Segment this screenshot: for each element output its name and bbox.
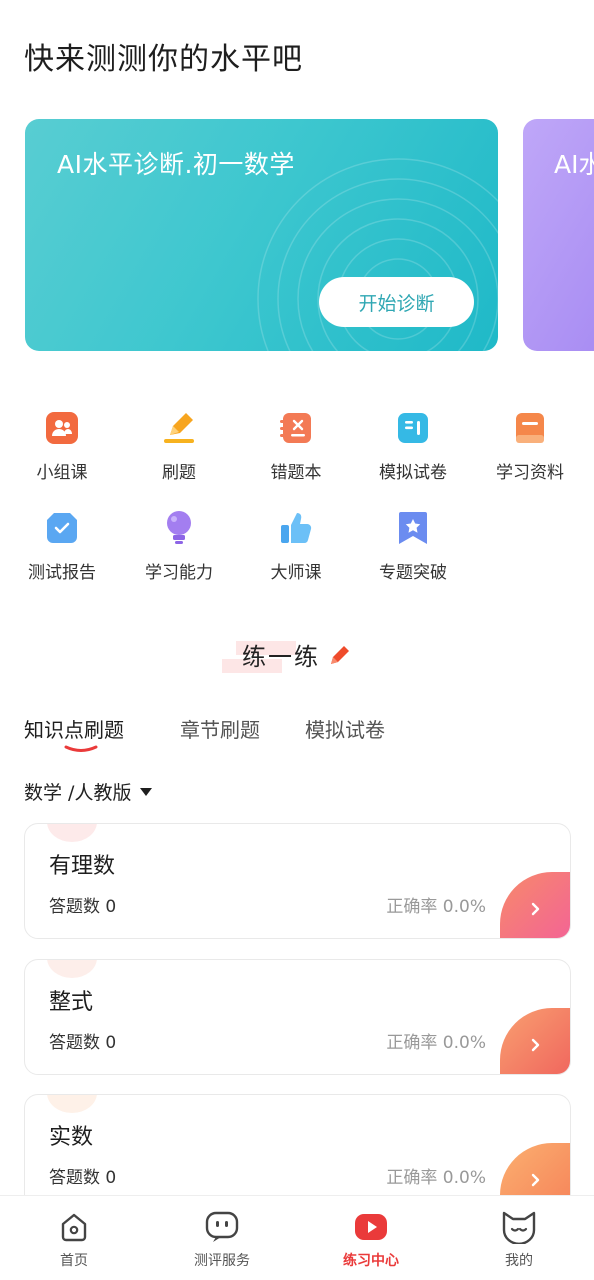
card-arrow-button[interactable] xyxy=(500,1008,570,1074)
group-class-icon xyxy=(44,410,80,446)
active-tab-indicator xyxy=(64,745,98,752)
grid-label: 小组课 xyxy=(36,463,88,483)
pencil-edit-icon xyxy=(331,645,349,664)
grid-label: 刷题 xyxy=(162,463,196,483)
nav-assessment[interactable]: 测评服务 xyxy=(162,1210,282,1270)
grid-label: 错题本 xyxy=(270,463,322,483)
bottom-nav: 首页 测评服务 练习中心 我的 xyxy=(0,1195,594,1280)
card-decoration xyxy=(47,1095,97,1113)
report-icon xyxy=(44,510,80,546)
tab-chapters[interactable]: 章节刷题 xyxy=(180,714,260,743)
nav-mine[interactable]: 我的 xyxy=(459,1210,579,1270)
card-title: 实数 xyxy=(49,1125,94,1150)
bookmark-star-icon xyxy=(395,510,431,546)
diagnosis-banner[interactable]: AI水平诊断.初一数学 开始诊断 xyxy=(25,119,498,351)
play-icon xyxy=(355,1214,387,1240)
accuracy-rate: 正确率 0.0% xyxy=(386,897,486,917)
card-decoration xyxy=(47,960,97,978)
grid-label: 学习资料 xyxy=(496,463,564,483)
nav-label: 练习中心 xyxy=(343,1253,399,1269)
caret-down-icon xyxy=(140,787,153,796)
banner-title: AI水平诊断.初一数学 xyxy=(57,150,295,179)
nav-label: 测评服务 xyxy=(194,1253,250,1269)
home-icon xyxy=(61,1213,87,1242)
nav-practice-center[interactable]: 练习中心 xyxy=(311,1210,431,1270)
practice-section-heading: 练一练 xyxy=(0,637,594,673)
grid-label: 大师课 xyxy=(270,563,322,583)
card-title: 有理数 xyxy=(49,854,116,879)
answer-count: 答题数 0 xyxy=(49,1033,117,1053)
next-banner[interactable]: AI水 xyxy=(523,119,594,351)
subject-label: 数学 /人教版 xyxy=(24,782,132,804)
grid-item-master-class[interactable]: 大师课 xyxy=(246,510,346,583)
topic-card[interactable]: 有理数 答题数 0 正确率 0.0% xyxy=(24,823,571,939)
topic-card[interactable]: 实数 答题数 0 正确率 0.0% xyxy=(24,1094,571,1210)
grid-label: 模拟试卷 xyxy=(379,463,447,483)
next-banner-title: AI水 xyxy=(554,150,594,179)
mock-paper-icon xyxy=(395,410,431,446)
grid-item-practice[interactable]: 刷题 xyxy=(129,410,229,483)
grid-label: 学习能力 xyxy=(145,563,213,583)
subject-selector[interactable]: 数学 /人教版 xyxy=(24,778,153,805)
card-arrow-button[interactable] xyxy=(500,872,570,938)
grid-label: 专题突破 xyxy=(379,563,447,583)
chevron-right-icon xyxy=(531,1038,540,1052)
materials-icon xyxy=(512,410,548,446)
bulb-icon xyxy=(161,510,197,546)
grid-item-topic-breakthrough[interactable]: 专题突破 xyxy=(363,510,463,583)
answer-count: 答题数 0 xyxy=(49,1168,117,1188)
grid-label: 测试报告 xyxy=(28,563,96,583)
nav-home[interactable]: 首页 xyxy=(14,1210,134,1270)
chevron-right-icon xyxy=(531,1173,540,1187)
nav-label: 首页 xyxy=(60,1253,88,1269)
grid-item-wrong-book[interactable]: 错题本 xyxy=(246,410,346,483)
grid-item-report[interactable]: 测试报告 xyxy=(12,510,112,583)
chat-face-icon xyxy=(205,1211,239,1242)
tab-mock-paper[interactable]: 模拟试卷 xyxy=(305,714,385,743)
accuracy-rate: 正确率 0.0% xyxy=(386,1168,486,1188)
grid-item-mock-paper[interactable]: 模拟试卷 xyxy=(363,410,463,483)
grid-item-materials[interactable]: 学习资料 xyxy=(480,410,580,483)
pencil-icon xyxy=(161,410,197,446)
topic-card[interactable]: 整式 答题数 0 正确率 0.0% xyxy=(24,959,571,1075)
tab-knowledge-points[interactable]: 知识点刷题 xyxy=(24,714,124,743)
thumb-up-icon xyxy=(278,510,314,546)
card-title: 整式 xyxy=(49,990,94,1015)
grid-item-group-class[interactable]: 小组课 xyxy=(12,410,112,483)
cat-face-icon xyxy=(502,1211,536,1244)
grid-item-ability[interactable]: 学习能力 xyxy=(129,510,229,583)
section-title: 练一练 xyxy=(242,643,320,671)
start-diagnosis-button[interactable]: 开始诊断 xyxy=(319,277,474,327)
accuracy-rate: 正确率 0.0% xyxy=(386,1033,486,1053)
answer-count: 答题数 0 xyxy=(49,897,117,917)
page-title: 快来测测你的水平吧 xyxy=(24,42,303,77)
chevron-right-icon xyxy=(531,902,540,916)
wrong-book-icon xyxy=(278,410,314,446)
nav-label: 我的 xyxy=(505,1253,533,1269)
card-decoration xyxy=(47,824,97,842)
